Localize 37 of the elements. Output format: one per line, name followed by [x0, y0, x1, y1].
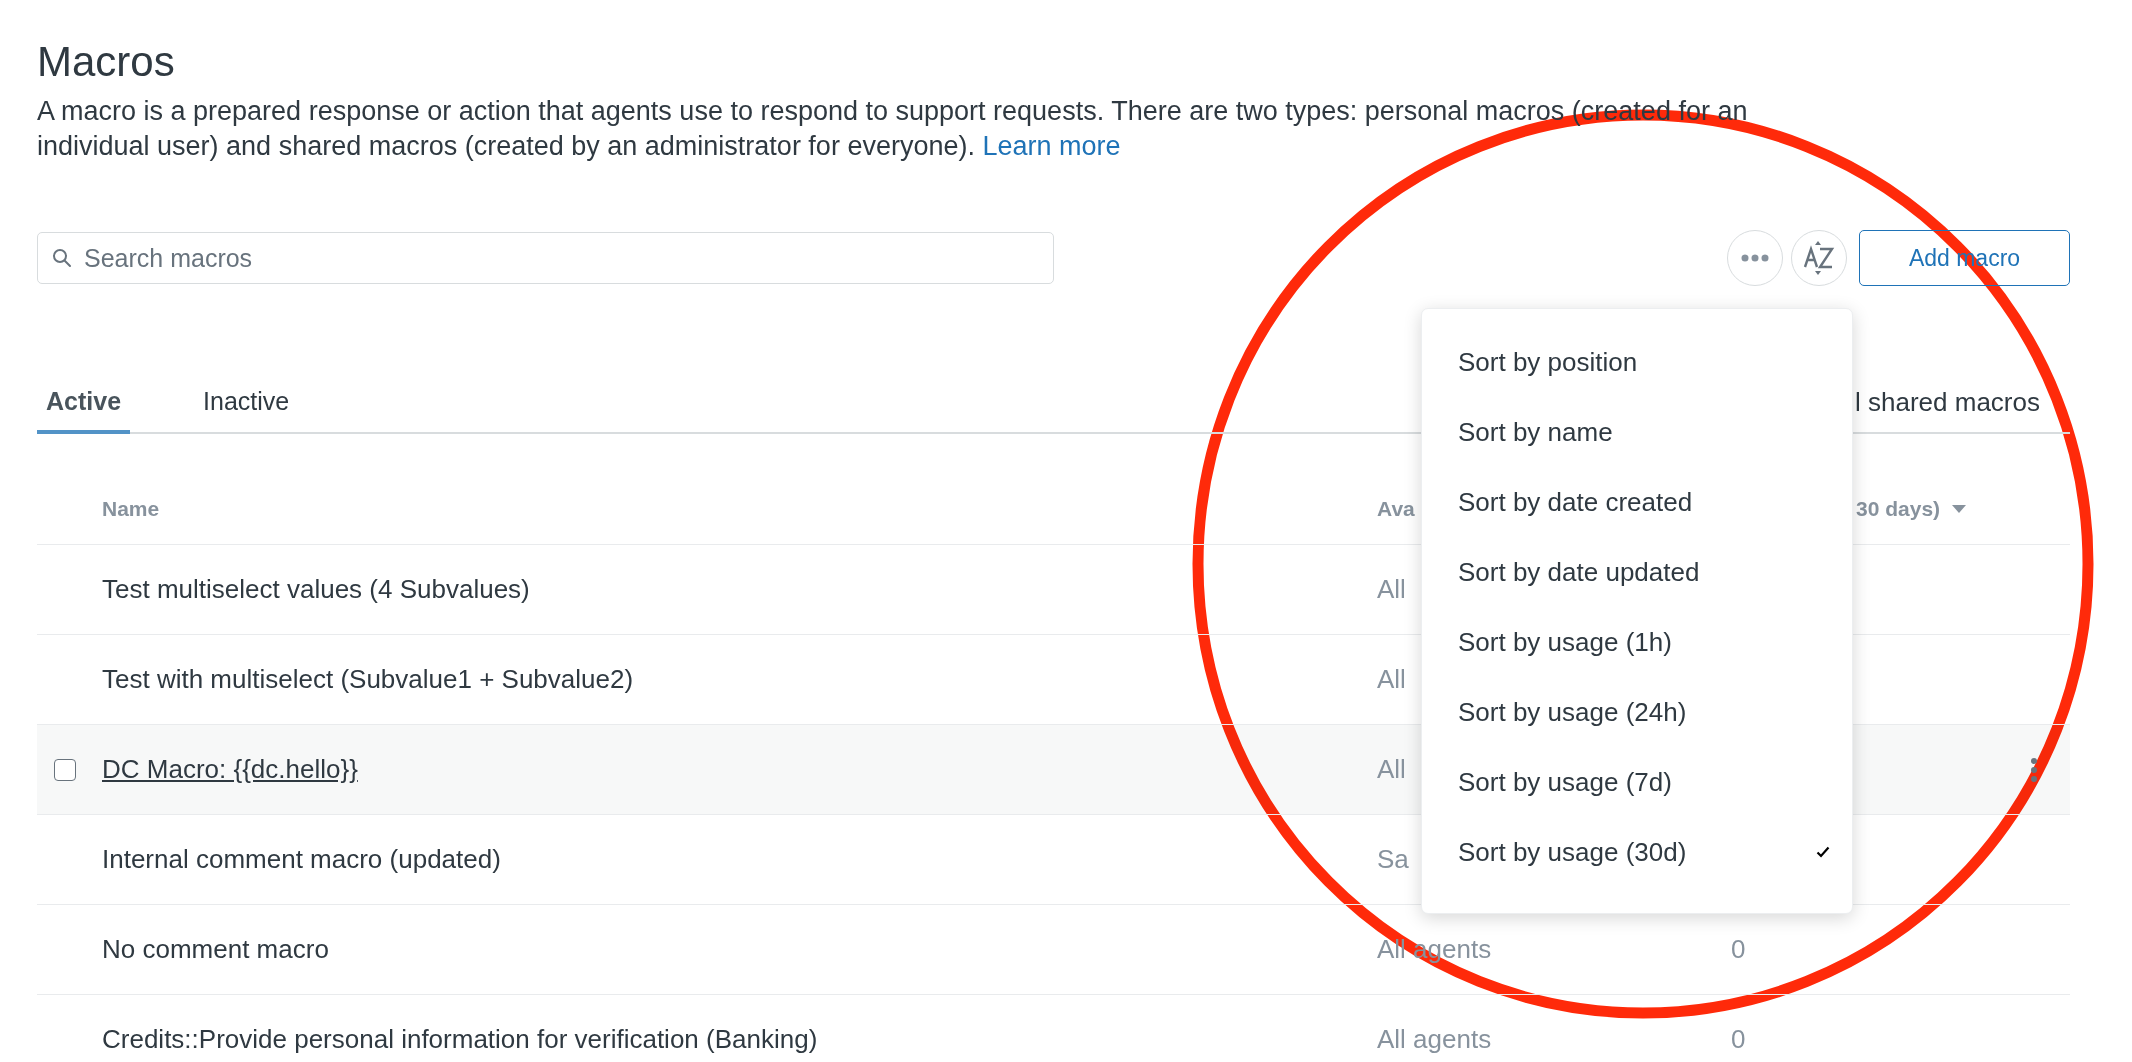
sort-menu-item[interactable]: Sort by usage (24h) — [1422, 677, 1852, 747]
sort-menu-item[interactable]: Sort by date created — [1422, 467, 1852, 537]
sort-menu-item[interactable]: Sort by date updated — [1422, 537, 1852, 607]
sort-alphabetical-icon — [1802, 240, 1836, 276]
macro-name: Test with multiselect (Subvalue1 + Subvalue2) — [102, 664, 634, 695]
column-header: Ava — [1377, 497, 1415, 521]
sort-menu-item[interactable]: Sort by usage (7d) — [1422, 747, 1852, 817]
availability-cell: All agents — [1377, 1024, 1492, 1055]
filter-dropdown[interactable]: l shared macros — [1855, 387, 2070, 432]
tab[interactable]: Active — [37, 387, 131, 434]
sort-button[interactable] — [1791, 230, 1847, 286]
sort-menu-item[interactable]: Sort by usage (30d) — [1422, 817, 1852, 887]
more-icon — [1741, 254, 1769, 262]
macro-name: Credits::Provide personal information for verification (Banking) — [102, 1024, 818, 1055]
availability-cell: All — [1377, 754, 1406, 785]
availability-cell: All — [1377, 664, 1406, 695]
availability-cell: All — [1377, 574, 1406, 605]
sort-menu-item[interactable]: Sort by usage (1h) — [1422, 607, 1852, 677]
sort-menu-item[interactable]: Sort by position — [1422, 327, 1852, 397]
kebab-menu-icon[interactable] — [2030, 756, 2038, 783]
page-title: Macros — [37, 37, 176, 87]
macro-name: Test multiselect values (4 Subvalues) — [102, 574, 530, 605]
column-header: Name — [102, 497, 160, 521]
availability-cell: Sa — [1377, 844, 1409, 875]
caret-icon — [1952, 505, 1967, 513]
learn-more-link[interactable]: Learn more — [982, 131, 1121, 161]
row-checkbox[interactable] — [53, 758, 76, 781]
usage-cell: 0 — [1731, 1024, 1746, 1055]
usage-cell: 0 — [1731, 934, 1746, 965]
more-options-button[interactable] — [1727, 230, 1783, 286]
sort-menu-item[interactable]: Sort by name — [1422, 397, 1852, 467]
tab[interactable]: Inactive — [194, 387, 299, 434]
search-icon — [52, 248, 72, 268]
macro-name[interactable]: DC Macro: {{dc.hello}} — [102, 754, 358, 785]
search-field[interactable]: Search macros — [37, 232, 1054, 284]
macro-name: Internal comment macro (updated) — [102, 844, 501, 875]
macro-name: No comment macro — [102, 934, 329, 965]
